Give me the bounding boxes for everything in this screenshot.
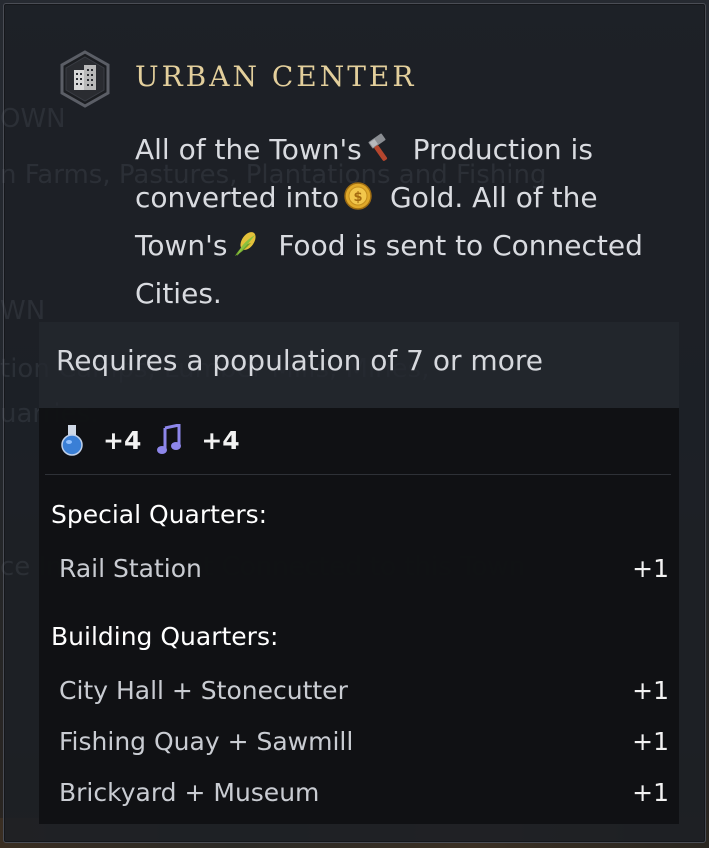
description-text: All of the Town's: [135, 133, 362, 166]
building-quarters-title: Building Quarters:: [51, 622, 279, 651]
gold-coin-icon: $: [344, 182, 372, 210]
divider: [45, 474, 671, 475]
special-quarters-title: Special Quarters:: [51, 500, 268, 529]
hammer-icon: [368, 133, 387, 161]
quarter-name: Fishing Quay + Sawmill: [59, 727, 354, 756]
tooltip-description: All of the Town's Production is converte…: [135, 126, 655, 318]
building-icon: [60, 50, 110, 108]
science-yield-value: +4: [103, 425, 142, 455]
list-item: Rail Station +1: [59, 554, 669, 588]
urban-center-tooltip: OWN n Farms, Pastures, Plantations and F…: [0, 3, 706, 843]
quarter-name: City Hall + Stonecutter: [59, 676, 348, 705]
culture-yield-value: +4: [201, 425, 240, 455]
tooltip-title: URBAN CENTER: [135, 60, 417, 93]
quarter-bonus: +1: [632, 554, 669, 583]
population-requirement: Requires a population of 7 or more: [56, 344, 543, 377]
yield-summary: +4 +4: [59, 422, 256, 458]
requirements-panel: Requires a population of 7 or more +4 +4: [39, 322, 679, 824]
quarter-bonus: +1: [632, 676, 669, 705]
quarter-name: Brickyard + Museum: [59, 778, 320, 807]
corn-icon: [235, 232, 256, 256]
yields-panel: +4 +4 Special Quarters: Rail Station +1 …: [39, 408, 679, 824]
list-item: City Hall + Stonecutter +1: [59, 676, 669, 710]
quarter-bonus: +1: [632, 778, 669, 807]
ghost-text: OWN: [0, 104, 66, 134]
culture-note-icon: [157, 424, 182, 454]
list-item: Fishing Quay + Sawmill +1: [59, 727, 669, 761]
svg-text:$: $: [354, 190, 363, 205]
quarter-name: Rail Station: [59, 554, 202, 583]
quarter-bonus: +1: [632, 727, 669, 756]
science-flask-icon: [61, 425, 83, 456]
list-item: Brickyard + Museum +1: [59, 778, 669, 812]
